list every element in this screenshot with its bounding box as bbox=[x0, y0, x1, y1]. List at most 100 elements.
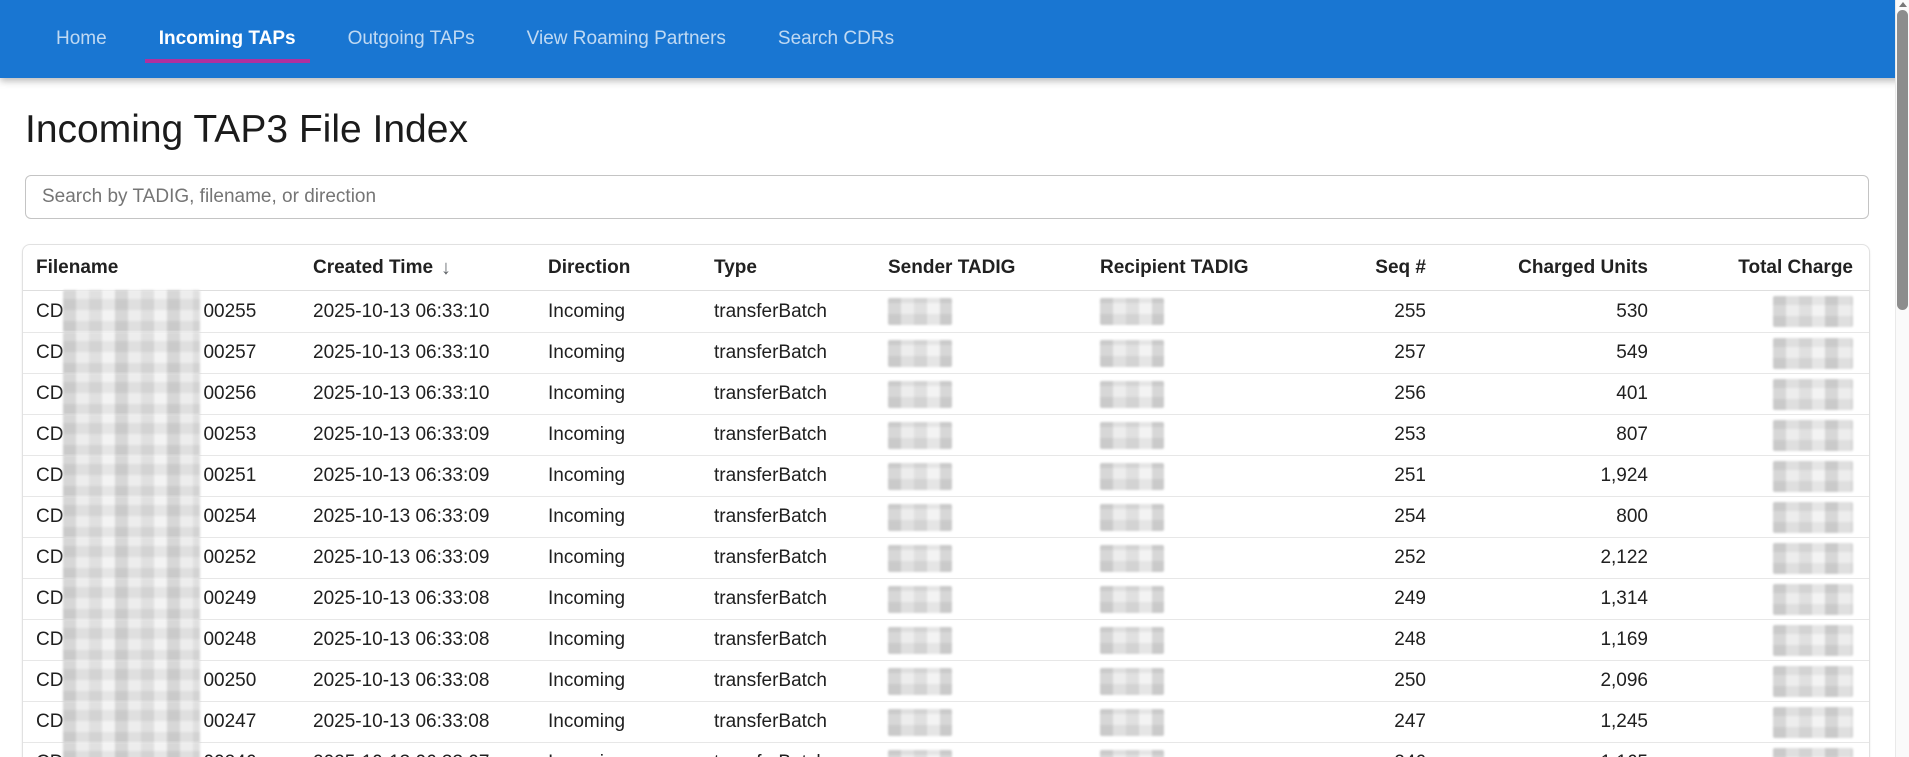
table-row[interactable]: CD00250 2025-10-13 06:33:08 Incoming tra… bbox=[23, 660, 1869, 701]
cell-sender-tadig bbox=[888, 340, 1100, 367]
cell-recipient-tadig bbox=[1100, 627, 1323, 654]
cell-seq: 255 bbox=[1323, 301, 1426, 323]
cell-direction: Incoming bbox=[548, 383, 714, 405]
cell-created-time: 2025-10-13 06:33:07 bbox=[313, 752, 548, 757]
column-header-label: Direction bbox=[548, 257, 630, 278]
sort-desc-icon: ↓ bbox=[441, 257, 451, 280]
table-row[interactable]: CD00254 2025-10-13 06:33:09 Incoming tra… bbox=[23, 496, 1869, 537]
redacted-filename-block bbox=[63, 414, 200, 456]
column-header-seq-[interactable]: Seq # bbox=[1323, 257, 1426, 279]
redacted-filename-block bbox=[63, 701, 200, 743]
redacted-total-charge-block bbox=[1773, 379, 1853, 410]
vertical-scrollbar-track[interactable] bbox=[1895, 0, 1909, 757]
cell-seq: 253 bbox=[1323, 424, 1426, 446]
cell-sender-tadig bbox=[888, 545, 1100, 572]
cell-seq: 252 bbox=[1323, 547, 1426, 569]
redacted-recipient-tadig-block bbox=[1100, 750, 1164, 757]
cell-filename: CD00247 bbox=[23, 711, 313, 733]
redacted-recipient-tadig-block bbox=[1100, 668, 1164, 695]
column-header-charged-units[interactable]: Charged Units bbox=[1426, 257, 1648, 279]
cell-type: transferBatch bbox=[714, 711, 888, 733]
cell-sender-tadig bbox=[888, 463, 1100, 490]
redacted-recipient-tadig-block bbox=[1100, 298, 1164, 325]
redacted-sender-tadig-block bbox=[888, 709, 952, 736]
cell-charged-units: 2,122 bbox=[1426, 547, 1648, 569]
cell-type: transferBatch bbox=[714, 424, 888, 446]
redacted-recipient-tadig-block bbox=[1100, 545, 1164, 572]
nav-tab-view-roaming-partners[interactable]: View Roaming Partners bbox=[501, 14, 752, 63]
redacted-recipient-tadig-block bbox=[1100, 504, 1164, 531]
cell-created-time: 2025-10-13 06:33:09 bbox=[313, 506, 548, 528]
cell-charged-units: 1,165 bbox=[1426, 752, 1648, 757]
redacted-recipient-tadig-block bbox=[1100, 463, 1164, 490]
cell-charged-units: 1,314 bbox=[1426, 588, 1648, 610]
cell-charged-units: 401 bbox=[1426, 383, 1648, 405]
table-row[interactable]: CD00248 2025-10-13 06:33:08 Incoming tra… bbox=[23, 619, 1869, 660]
redacted-filename-block bbox=[63, 373, 200, 415]
column-header-label: Recipient TADIG bbox=[1100, 257, 1249, 278]
cell-sender-tadig bbox=[888, 504, 1100, 531]
cell-filename: CD00256 bbox=[23, 383, 313, 405]
column-header-filename[interactable]: Filename bbox=[23, 257, 313, 279]
cell-seq: 257 bbox=[1323, 342, 1426, 364]
scroll-up-arrow-icon[interactable] bbox=[1899, 2, 1907, 7]
column-header-sender-tadig[interactable]: Sender TADIG bbox=[888, 257, 1100, 279]
redacted-total-charge-block bbox=[1773, 748, 1853, 757]
redacted-sender-tadig-block bbox=[888, 750, 952, 757]
redacted-sender-tadig-block bbox=[888, 422, 952, 449]
page-title: Incoming TAP3 File Index bbox=[25, 106, 1909, 153]
cell-recipient-tadig bbox=[1100, 504, 1323, 531]
column-header-type[interactable]: Type bbox=[714, 257, 888, 279]
cell-filename: CD00251 bbox=[23, 465, 313, 487]
redacted-total-charge-block bbox=[1773, 584, 1853, 615]
redacted-sender-tadig-block bbox=[888, 381, 952, 408]
nav-tab-label: Search CDRs bbox=[778, 28, 894, 50]
column-header-label: Sender TADIG bbox=[888, 257, 1015, 278]
cell-charged-units: 1,245 bbox=[1426, 711, 1648, 733]
redacted-total-charge-block bbox=[1773, 420, 1853, 451]
table-row[interactable]: CD00251 2025-10-13 06:33:09 Incoming tra… bbox=[23, 455, 1869, 496]
table-row[interactable]: CD00256 2025-10-13 06:33:10 Incoming tra… bbox=[23, 373, 1869, 414]
nav-tab-search-cdrs[interactable]: Search CDRs bbox=[752, 14, 920, 63]
cell-created-time: 2025-10-13 06:33:08 bbox=[313, 711, 548, 733]
redacted-recipient-tadig-block bbox=[1100, 586, 1164, 613]
cell-recipient-tadig bbox=[1100, 750, 1323, 757]
redacted-recipient-tadig-block bbox=[1100, 627, 1164, 654]
table-row[interactable]: CD00246 2025-10-13 06:33:07 Incoming tra… bbox=[23, 742, 1869, 757]
redacted-total-charge-block bbox=[1773, 707, 1853, 738]
cell-charged-units: 549 bbox=[1426, 342, 1648, 364]
cell-direction: Incoming bbox=[548, 342, 714, 364]
vertical-scrollbar-thumb[interactable] bbox=[1897, 10, 1908, 310]
table-row[interactable]: CD00249 2025-10-13 06:33:08 Incoming tra… bbox=[23, 578, 1869, 619]
cell-filename: CD00257 bbox=[23, 342, 313, 364]
nav-tab-outgoing-taps[interactable]: Outgoing TAPs bbox=[322, 14, 501, 63]
table-row[interactable]: CD00257 2025-10-13 06:33:10 Incoming tra… bbox=[23, 332, 1869, 373]
cell-type: transferBatch bbox=[714, 506, 888, 528]
nav-tab-incoming-taps[interactable]: Incoming TAPs bbox=[133, 14, 322, 63]
cell-direction: Incoming bbox=[548, 465, 714, 487]
column-header-created-time[interactable]: Created Time↓ bbox=[313, 256, 548, 279]
nav-tab-home[interactable]: Home bbox=[30, 14, 133, 63]
cell-created-time: 2025-10-13 06:33:08 bbox=[313, 670, 548, 692]
redacted-sender-tadig-block bbox=[888, 504, 952, 531]
table-row[interactable]: CD00255 2025-10-13 06:33:10 Incoming tra… bbox=[23, 291, 1869, 332]
cell-type: transferBatch bbox=[714, 588, 888, 610]
cell-total-charge bbox=[1648, 338, 1869, 369]
cell-type: transferBatch bbox=[714, 342, 888, 364]
search-input[interactable] bbox=[25, 175, 1869, 219]
redacted-filename-block bbox=[63, 496, 200, 538]
column-header-direction[interactable]: Direction bbox=[548, 257, 714, 279]
table-row[interactable]: CD00253 2025-10-13 06:33:09 Incoming tra… bbox=[23, 414, 1869, 455]
cell-seq: 247 bbox=[1323, 711, 1426, 733]
table-row[interactable]: CD00252 2025-10-13 06:33:09 Incoming tra… bbox=[23, 537, 1869, 578]
cell-sender-tadig bbox=[888, 668, 1100, 695]
redacted-recipient-tadig-block bbox=[1100, 340, 1164, 367]
cell-total-charge bbox=[1648, 707, 1869, 738]
cell-filename: CD00250 bbox=[23, 670, 313, 692]
cell-total-charge bbox=[1648, 420, 1869, 451]
column-header-recipient-tadig[interactable]: Recipient TADIG bbox=[1100, 257, 1323, 279]
column-header-total-charge[interactable]: Total Charge bbox=[1648, 257, 1869, 279]
cell-recipient-tadig bbox=[1100, 463, 1323, 490]
column-header-label: Total Charge bbox=[1738, 257, 1853, 278]
table-row[interactable]: CD00247 2025-10-13 06:33:08 Incoming tra… bbox=[23, 701, 1869, 742]
